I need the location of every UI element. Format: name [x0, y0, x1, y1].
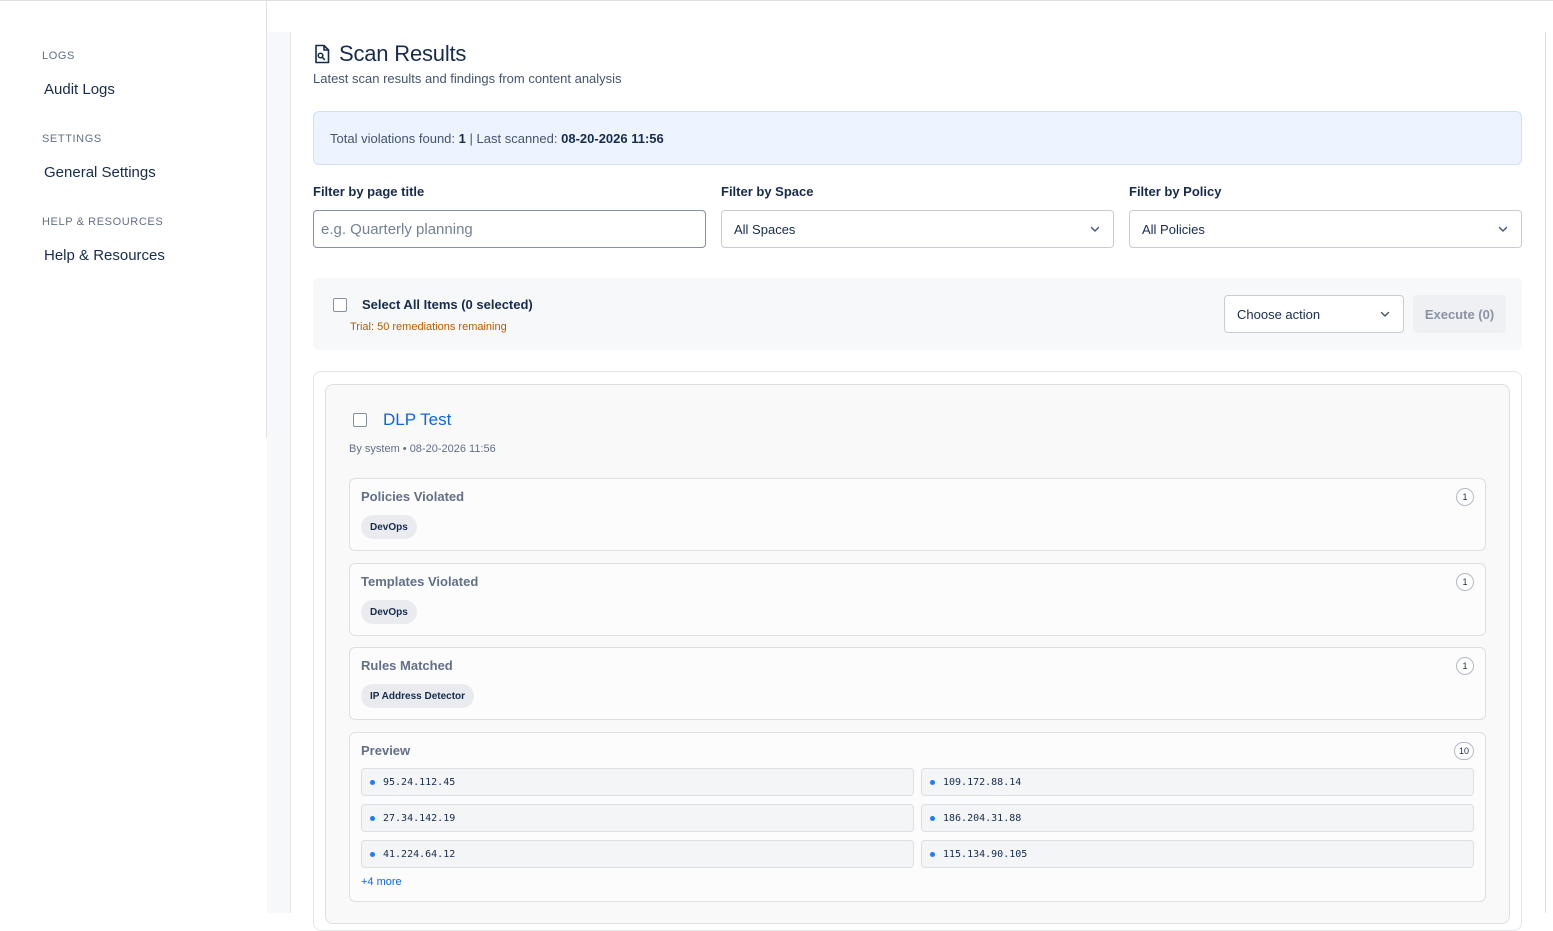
preview-item-text: 27.34.142.19	[383, 812, 456, 824]
filter-title-label: Filter by page title	[313, 184, 425, 199]
summary-separator: |	[469, 130, 473, 146]
sidebar-section-logs: LOGS	[42, 50, 75, 62]
sidebar: LOGS Audit Logs SETTINGS General Setting…	[0, 1, 267, 438]
count-badge: 1	[1456, 573, 1474, 591]
chevron-down-icon	[1498, 226, 1508, 232]
content-gutter	[267, 32, 291, 913]
preview-section: Preview 10 95.24.112.45 109.172.88.14 27…	[349, 732, 1486, 902]
select-all-label: Select All Items (0 selected)	[362, 297, 533, 312]
filter-title-input[interactable]	[313, 210, 706, 248]
sidebar-item-audit-logs[interactable]: Audit Logs	[44, 81, 115, 98]
sidebar-section-help: HELP & RESOURCES	[42, 216, 164, 228]
rule-tag: IP Address Detector	[361, 684, 475, 708]
filter-space-select[interactable]: All Spaces	[721, 210, 1114, 248]
preview-item-text: 115.134.90.105	[943, 848, 1028, 860]
select-all-checkbox[interactable]	[333, 298, 347, 312]
preview-item: 186.204.31.88	[921, 804, 1474, 832]
section-title: Rules Matched	[361, 658, 453, 673]
filter-policy-value: All Policies	[1142, 221, 1205, 237]
scan-summary-banner: Total violations found: 1 | Last scanned…	[313, 111, 1522, 165]
show-more-link[interactable]: +4 more	[361, 876, 402, 888]
preview-item-text: 41.224.64.12	[383, 848, 456, 860]
policies-violated-section: Policies Violated 1 DevOps	[349, 478, 1486, 551]
count-badge: 10	[1453, 742, 1474, 760]
templates-violated-section: Templates Violated 1 DevOps	[349, 563, 1486, 636]
sidebar-item-general-settings[interactable]: General Settings	[44, 164, 156, 181]
result-title-link[interactable]: DLP Test	[383, 410, 451, 430]
content-edge	[1545, 32, 1546, 913]
section-title: Preview	[361, 743, 411, 758]
preview-item: 27.34.142.19	[361, 804, 914, 832]
result-select-checkbox[interactable]	[353, 413, 367, 427]
trial-remaining-text: Trial: 50 remediations remaining	[350, 321, 507, 333]
bullet-dot-icon	[370, 815, 375, 821]
preview-item-text: 95.24.112.45	[383, 776, 456, 788]
document-scan-icon	[315, 44, 330, 64]
count-badge: 1	[1456, 488, 1474, 506]
action-select[interactable]: Choose action	[1224, 295, 1404, 333]
page-header: Scan Results	[313, 41, 466, 67]
violations-label: Total violations found:	[330, 130, 456, 146]
preview-item: 115.134.90.105	[921, 840, 1474, 868]
preview-item-text: 186.204.31.88	[943, 812, 1022, 824]
violations-count: 1	[458, 130, 466, 146]
action-select-value: Choose action	[1237, 306, 1321, 322]
rules-matched-section: Rules Matched 1 IP Address Detector	[349, 647, 1486, 720]
filter-policy-select[interactable]: All Policies	[1129, 210, 1522, 248]
bullet-dot-icon	[930, 851, 935, 857]
preview-item: 109.172.88.14	[921, 768, 1474, 796]
bullet-dot-icon	[930, 779, 935, 785]
last-scanned-label: Last scanned:	[476, 130, 558, 146]
chevron-down-icon	[1380, 311, 1390, 317]
sidebar-item-help-resources[interactable]: Help & Resources	[44, 247, 165, 264]
page-subtitle: Latest scan results and findings from co…	[313, 71, 622, 86]
sidebar-section-settings: SETTINGS	[42, 133, 102, 145]
page-title: Scan Results	[339, 41, 467, 66]
section-title: Templates Violated	[361, 574, 479, 589]
chevron-down-icon	[1090, 226, 1100, 232]
preview-item-text: 109.172.88.14	[943, 776, 1022, 788]
last-scanned-value: 08-20-2026 11:56	[561, 130, 664, 146]
bullet-dot-icon	[370, 851, 375, 857]
bulk-actions-bar: Select All Items (0 selected) Trial: 50 …	[313, 278, 1522, 350]
bullet-dot-icon	[930, 815, 935, 821]
count-badge: 1	[1456, 657, 1474, 675]
result-meta: By system • 08-20-2026 11:56	[349, 443, 496, 455]
execute-button[interactable]: Execute (0)	[1413, 295, 1506, 333]
section-title: Policies Violated	[361, 489, 465, 504]
filter-policy-label: Filter by Policy	[1129, 184, 1222, 199]
filter-space-label: Filter by Space	[721, 184, 814, 199]
preview-item: 95.24.112.45	[361, 768, 914, 796]
policy-tag: DevOps	[361, 515, 417, 539]
template-tag: DevOps	[361, 600, 417, 624]
preview-item: 41.224.64.12	[361, 840, 914, 868]
bullet-dot-icon	[370, 779, 375, 785]
filter-space-value: All Spaces	[734, 221, 796, 237]
